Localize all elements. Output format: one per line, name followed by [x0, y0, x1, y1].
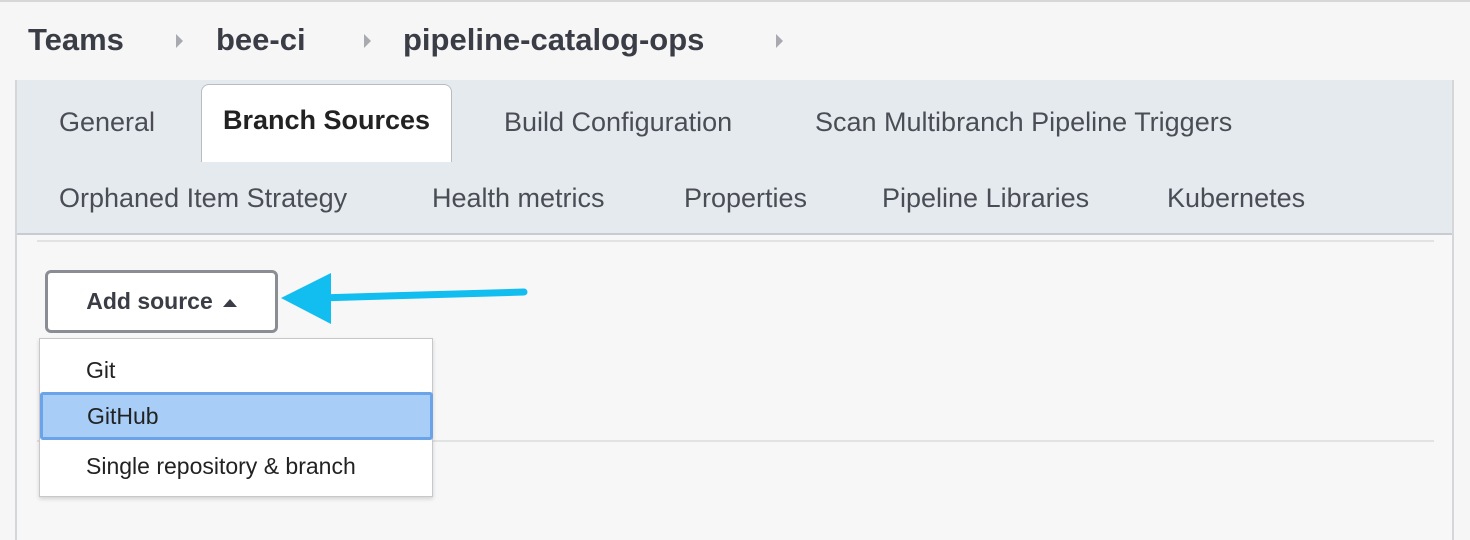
- add-source-dropdown-menu: Git GitHub Single repository & branch: [39, 338, 433, 497]
- tab-pipeline-libraries[interactable]: Pipeline Libraries: [882, 183, 1089, 214]
- chevron-right-icon[interactable]: [176, 34, 183, 48]
- tab-kubernetes[interactable]: Kubernetes: [1167, 183, 1305, 214]
- breadcrumb-teams[interactable]: Teams: [28, 22, 124, 58]
- caret-up-icon: [222, 298, 237, 307]
- menu-item-single-repository-branch[interactable]: Single repository & branch: [40, 442, 431, 490]
- breadcrumb-pipeline-catalog-ops[interactable]: pipeline-catalog-ops: [403, 22, 704, 58]
- tab-general[interactable]: General: [59, 107, 155, 138]
- tab-branch-sources[interactable]: Branch Sources: [201, 84, 453, 162]
- chevron-right-icon[interactable]: [776, 34, 783, 48]
- menu-item-github[interactable]: GitHub: [40, 392, 433, 440]
- config-tab-bar: General Branch Sources Build Configurati…: [17, 80, 1452, 235]
- tab-scan-multibranch-pipeline-triggers[interactable]: Scan Multibranch Pipeline Triggers: [815, 107, 1232, 138]
- breadcrumb-bee-ci[interactable]: bee-ci: [216, 22, 306, 58]
- add-source-label: Add source: [86, 288, 213, 314]
- tab-orphaned-item-strategy[interactable]: Orphaned Item Strategy: [59, 183, 347, 214]
- breadcrumb: Teams bee-ci pipeline-catalog-ops: [0, 2, 1470, 80]
- tab-build-configuration[interactable]: Build Configuration: [504, 107, 732, 138]
- tab-health-metrics[interactable]: Health metrics: [432, 183, 605, 214]
- tab-properties[interactable]: Properties: [684, 183, 807, 214]
- config-panel: General Branch Sources Build Configurati…: [15, 80, 1454, 540]
- menu-item-git[interactable]: Git: [40, 346, 431, 394]
- add-source-button[interactable]: Add source: [45, 270, 278, 333]
- arrow-left-icon: [281, 273, 528, 324]
- chevron-right-icon[interactable]: [364, 34, 371, 48]
- section-divider: [37, 240, 1434, 242]
